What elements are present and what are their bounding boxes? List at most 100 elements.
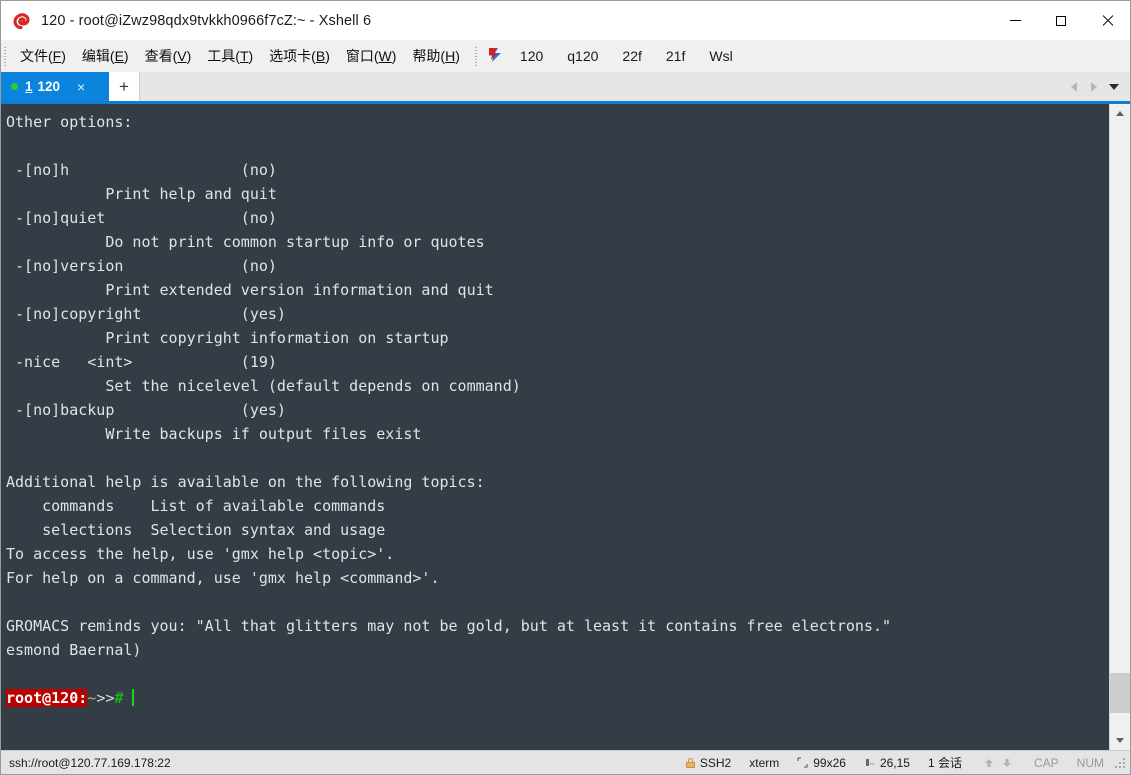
menu-file[interactable]: 文件(F) (12, 42, 74, 70)
terminal-line: -[no]h (no) (6, 161, 277, 179)
scrollbar-track[interactable] (1110, 123, 1130, 731)
terminal-line: commands List of available commands (6, 497, 386, 515)
chevron-down-icon (1109, 83, 1119, 90)
menubar-drag-handle[interactable] (4, 44, 8, 67)
menu-help-key: H (445, 47, 456, 64)
resize-grip-icon[interactable] (1113, 756, 1127, 770)
terminal-line: Do not print common startup info or quot… (6, 233, 485, 251)
menu-tools[interactable]: 工具(T) (199, 42, 261, 70)
menu-file-key: F (52, 47, 62, 64)
terminal-line: Other options: (6, 113, 133, 131)
menu-help[interactable]: 帮助(H) (404, 42, 467, 70)
close-icon (1101, 14, 1114, 27)
chevron-right-icon (1091, 81, 1097, 92)
tab-label: 120 (37, 79, 61, 94)
terminal-output[interactable]: Other options: -[no]h (no) Print help an… (1, 104, 1109, 750)
menubar: 文件(F) 编辑(E) 查看(V) 工具(T) 选项卡(B) 窗口(W) 帮助(… (1, 40, 1130, 72)
tabbar-empty-space (140, 72, 1064, 101)
minimize-icon (1009, 20, 1021, 21)
xshell-window: 120 - root@iZwz98qdx9tvkkh0966f7cZ:~ - X… (0, 0, 1131, 775)
menu-file-label: 文件( (20, 47, 53, 64)
new-tab-button[interactable]: + (109, 72, 140, 101)
menu-tabs-label: 选项卡( (269, 47, 316, 64)
status-cursor-position: 26,15 (855, 751, 919, 775)
menu-edit[interactable]: 编辑(E) (74, 42, 137, 70)
status-size: 99x26 (788, 751, 855, 775)
menu-help-label: 帮助( (412, 47, 446, 64)
terminal-line: selections Selection syntax and usage (6, 521, 386, 539)
red-blue-flag-icon[interactable] (486, 47, 506, 65)
menu-view[interactable]: 查看(V) (137, 42, 200, 70)
scrollbar-up-button[interactable] (1110, 104, 1130, 123)
scroll-up-arrow-icon (1116, 111, 1124, 116)
menu-tabs-key: B (315, 47, 326, 64)
status-num-lock: NUM (1076, 755, 1104, 770)
tabbar: 1 120 × + (1, 72, 1130, 104)
scroll-down-arrow-icon (1116, 738, 1124, 743)
window-controls (992, 1, 1130, 40)
tab-list-dropdown-button[interactable] (1104, 72, 1124, 101)
prompt-path: ~ (87, 689, 97, 707)
terminal-line: Print help and quit (6, 185, 277, 203)
menu-window-key: W (378, 47, 392, 64)
status-transfer-indicators (971, 751, 1025, 775)
status-sessions: 1 会话 (927, 756, 962, 770)
screen-size-icon (797, 757, 808, 768)
menu-edit-key: E (114, 47, 124, 64)
menu-tabs[interactable]: 选项卡(B) (261, 42, 338, 70)
menu-view-post: ) (186, 47, 192, 64)
menu-edit-post: ) (123, 47, 129, 64)
terminal-line: Additional help is available on the foll… (6, 473, 485, 491)
xshell-logo-icon (12, 11, 32, 31)
toolbar-session-120[interactable]: 120 (520, 48, 543, 64)
status-caps-lock: CAP (1033, 755, 1059, 770)
menu-file-post: ) (61, 47, 66, 64)
chevron-left-icon (1071, 81, 1077, 92)
terminal-line: -[no]quiet (no) (6, 209, 277, 227)
menu-tools-post: ) (248, 47, 254, 64)
minimize-button[interactable] (992, 1, 1038, 40)
menu-view-label: 查看( (144, 47, 178, 64)
scrollbar-thumb[interactable] (1110, 673, 1130, 713)
menu-window-label: 窗口( (345, 47, 379, 64)
menu-window[interactable]: 窗口(W) (338, 42, 405, 70)
terminal-line: esmond Baernal) (6, 641, 142, 659)
toolbar-session-q120[interactable]: q120 (567, 48, 598, 64)
terminal-line: Print copyright information on startup (6, 329, 449, 347)
menu-help-post: ) (455, 47, 460, 64)
terminal-line: Print extended version information and q… (6, 281, 494, 299)
tab-scroll-left-button[interactable] (1064, 72, 1084, 101)
arrow-down-icon (1001, 757, 1013, 769)
maximize-icon (1056, 15, 1066, 26)
toolbar-session-22f[interactable]: 22f (622, 48, 641, 64)
window-title: 120 - root@iZwz98qdx9tvkkh0966f7cZ:~ - X… (41, 12, 372, 29)
terminal-line: -[no]version (no) (6, 257, 277, 275)
terminal-line: To access the help, use 'gmx help <topic… (6, 545, 395, 563)
toolbar-drag-handle[interactable] (474, 44, 479, 67)
titlebar: 120 - root@iZwz98qdx9tvkkh0966f7cZ:~ - X… (1, 1, 1130, 40)
maximize-button[interactable] (1038, 1, 1084, 40)
status-protocol-label: SSH2 (699, 755, 732, 770)
statusbar: ssh://root@120.77.169.178:22 SSH2 xterm … (1, 750, 1130, 774)
status-connection: ssh://root@120.77.169.178:22 (9, 755, 171, 770)
menu-view-key: V (177, 47, 187, 64)
tab-close-icon[interactable]: × (74, 79, 88, 95)
terminal-cursor (132, 689, 135, 706)
terminal-line: -[no]backup (yes) (6, 401, 286, 419)
tab-status-dot-icon (11, 83, 18, 90)
terminal-scrollbar[interactable] (1109, 104, 1130, 750)
tab-120[interactable]: 1 120 × (1, 72, 109, 101)
tab-scroll-right-button[interactable] (1084, 72, 1104, 101)
status-size-label: 99x26 (813, 755, 846, 770)
close-button[interactable] (1084, 1, 1130, 40)
menu-tools-key: T (239, 47, 249, 64)
tabbar-nav (1064, 72, 1130, 101)
toolbar-session-wsl[interactable]: Wsl (709, 48, 732, 64)
lock-icon (685, 757, 695, 768)
scrollbar-down-button[interactable] (1110, 731, 1130, 750)
terminal-area: Other options: -[no]h (no) Print help an… (1, 104, 1130, 750)
toolbar-session-21f[interactable]: 21f (666, 48, 685, 64)
terminal-prompt-line[interactable]: root@120:~>># (6, 686, 1109, 710)
